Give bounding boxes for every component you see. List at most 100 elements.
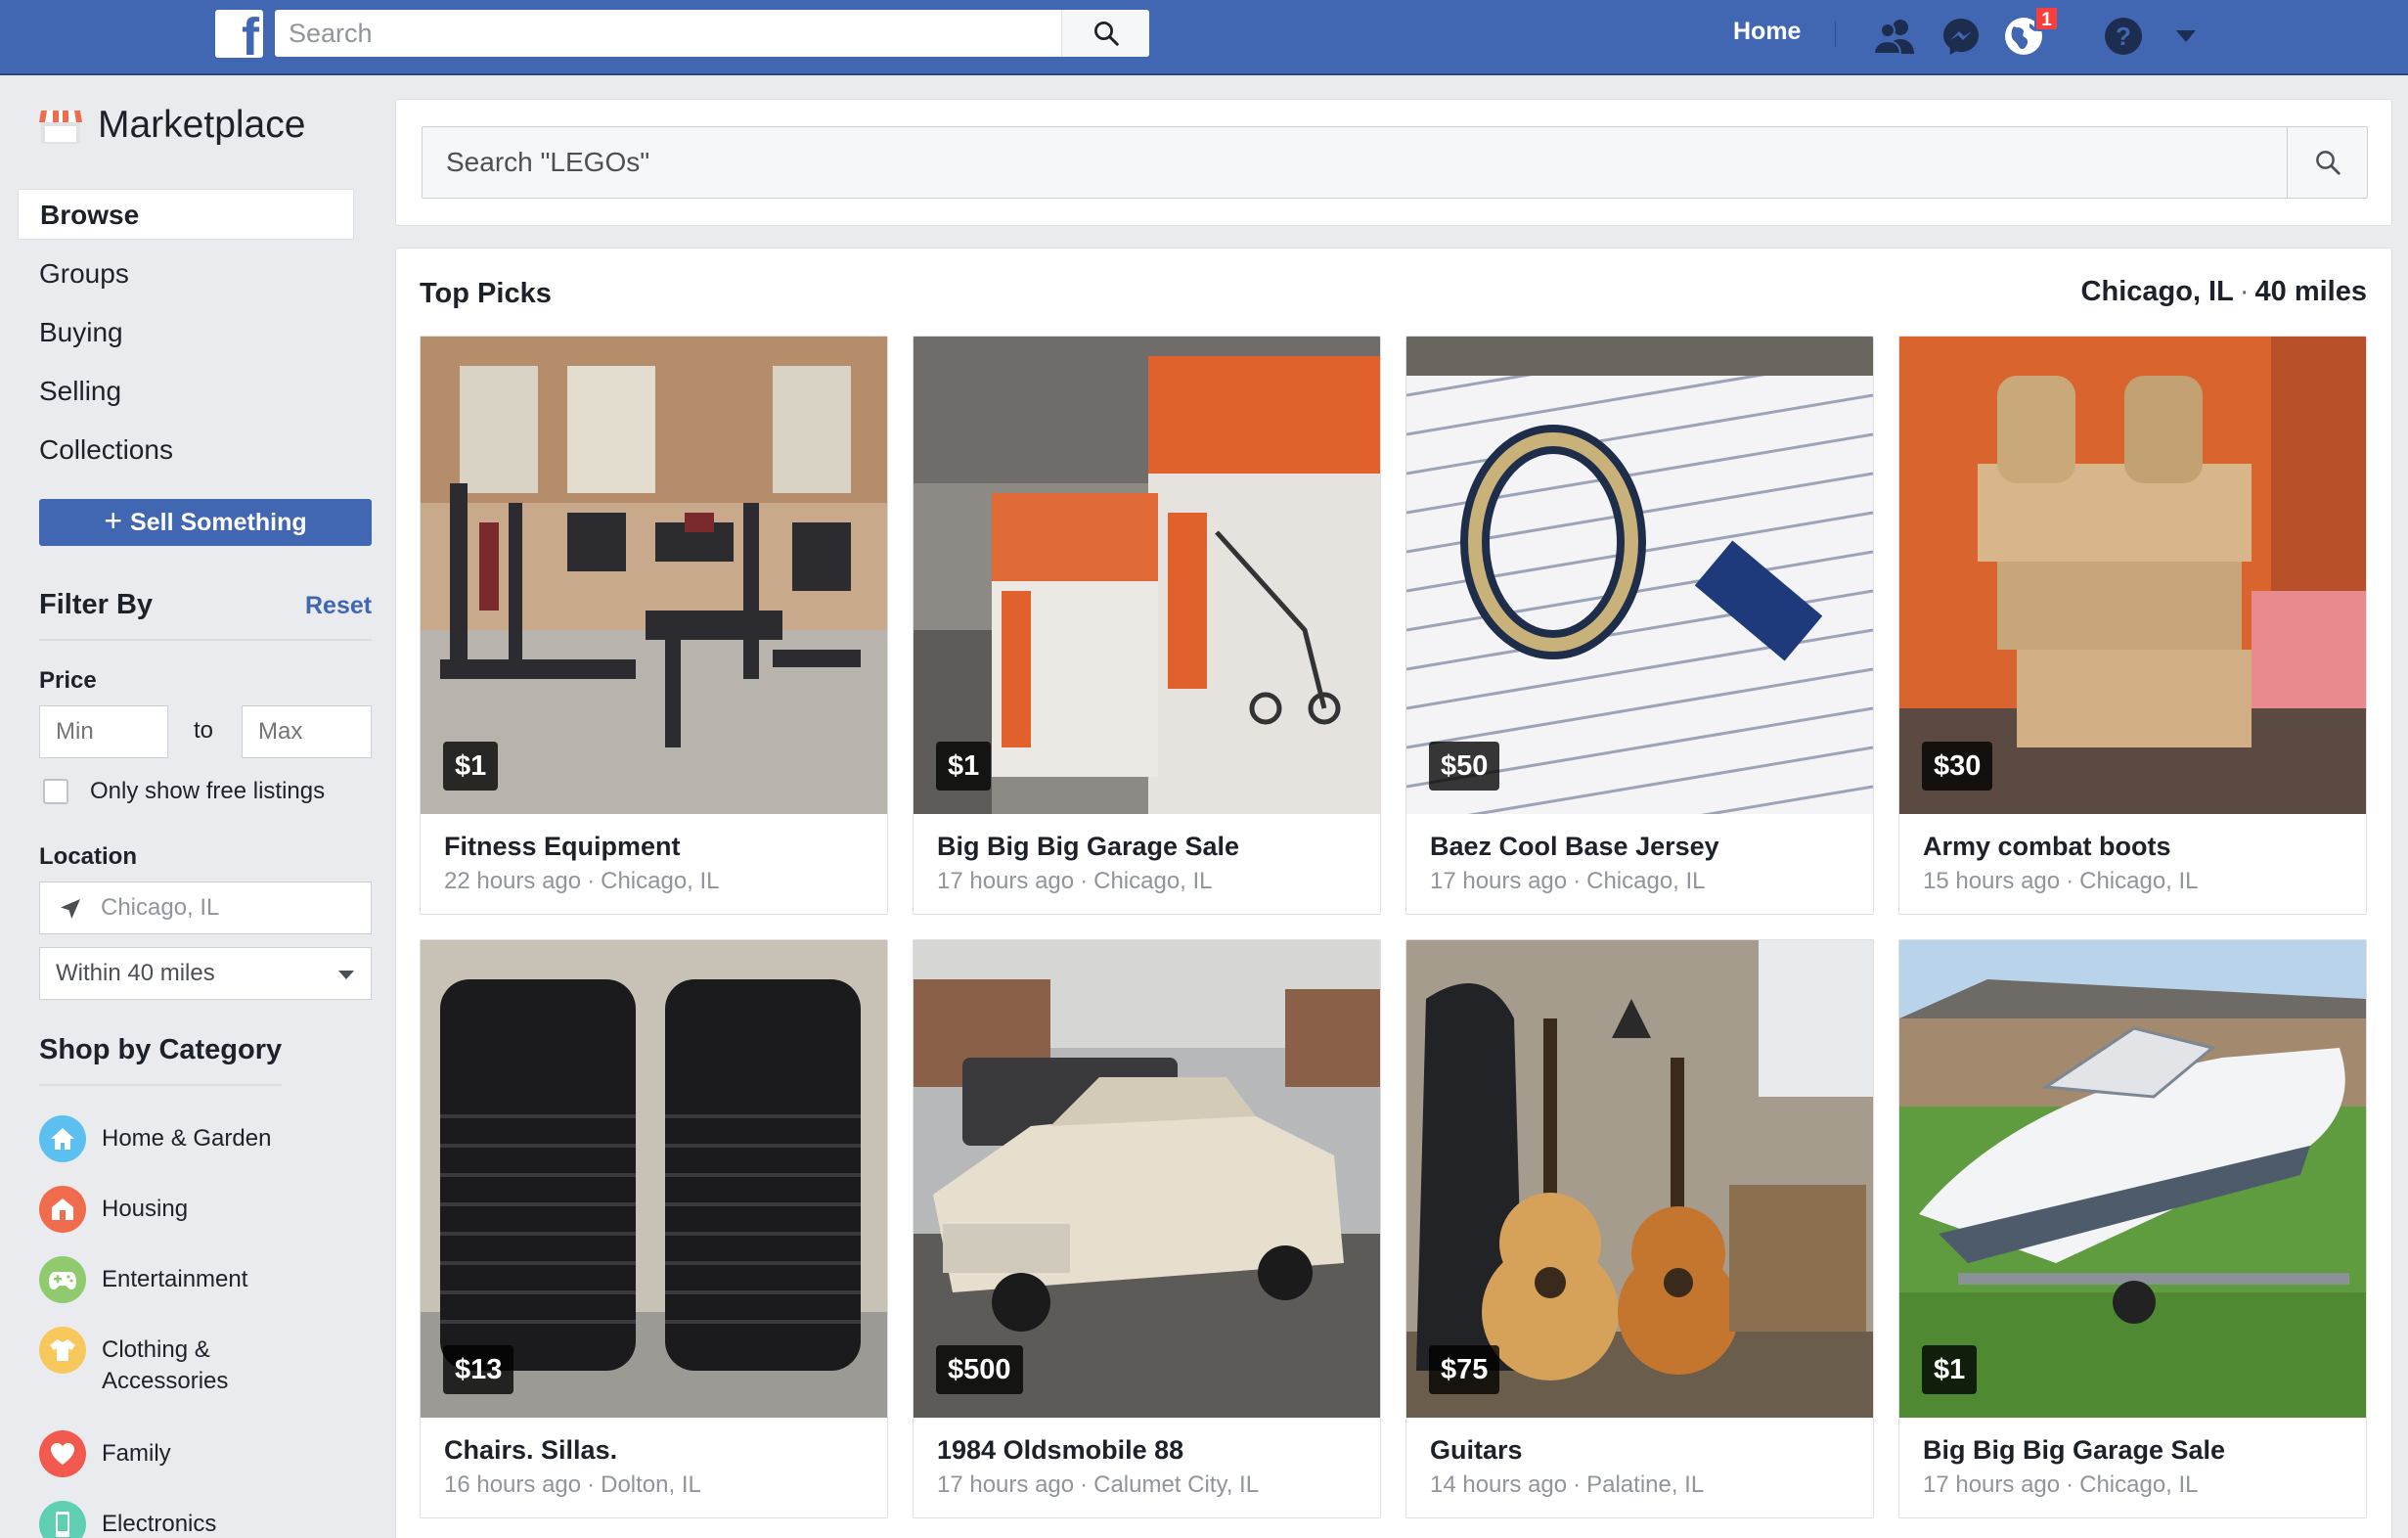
reset-filters-link[interactable]: Reset bbox=[305, 592, 372, 620]
category-label: Family bbox=[102, 1440, 171, 1467]
category-housing[interactable]: Housing bbox=[39, 1186, 188, 1233]
price-tag: $1 bbox=[1922, 1345, 1978, 1394]
search-icon bbox=[2315, 151, 2341, 175]
category-label: Electronics bbox=[102, 1511, 217, 1537]
marketplace-search bbox=[422, 126, 2368, 199]
search-icon bbox=[1093, 22, 1119, 46]
listing-time: 17 hours ago bbox=[1430, 868, 1568, 894]
divider bbox=[1835, 22, 1836, 47]
price-tag: $1 bbox=[443, 742, 499, 791]
price-label: Price bbox=[39, 667, 97, 694]
listing-place: Chicago, IL bbox=[2079, 868, 2199, 894]
heart-icon bbox=[39, 1430, 86, 1477]
messenger-icon bbox=[1943, 19, 1979, 55]
nav-browse[interactable]: Browse bbox=[18, 189, 354, 240]
listing-title: 1984 Oldsmobile 88 bbox=[937, 1435, 1184, 1465]
listing-card[interactable]: $500 1984 Oldsmobile 88 17 hours ago · Cal… bbox=[913, 939, 1381, 1518]
free-listings-label[interactable]: Only show free listings bbox=[90, 778, 325, 805]
listing-title: Baez Cool Base Jersey bbox=[1430, 832, 1719, 861]
price-tag: $13 bbox=[443, 1345, 514, 1394]
facebook-logo-letter: f bbox=[242, 8, 259, 67]
category-label: Home & Garden bbox=[102, 1125, 272, 1152]
category-entertainment[interactable]: Entertainment bbox=[39, 1256, 247, 1303]
listing-card[interactable]: $75 Guitars 14 hours ago · Palatine, IL bbox=[1405, 939, 1874, 1518]
listing-place: Palatine, IL bbox=[1586, 1471, 1705, 1498]
global-search-input[interactable] bbox=[275, 10, 1059, 57]
marketplace-search-button[interactable] bbox=[2287, 127, 2367, 198]
listing-card[interactable]: $50 Baez Cool Base Jersey 17 hours ago · C… bbox=[1405, 336, 1874, 915]
listing-time: 14 hours ago bbox=[1430, 1471, 1568, 1498]
listing-title: Big Big Big Garage Sale bbox=[1923, 1435, 2226, 1465]
location-radius-link[interactable]: Chicago, IL · 40 miles bbox=[2081, 276, 2367, 308]
min-price-input[interactable] bbox=[39, 705, 168, 758]
max-price-input[interactable] bbox=[242, 705, 372, 758]
category-label: Clothing & Accessories bbox=[102, 1336, 229, 1394]
listing-title: Fitness Equipment bbox=[444, 832, 681, 861]
category-label: Entertainment bbox=[102, 1266, 248, 1292]
listing-place: Calumet City, IL bbox=[1093, 1471, 1260, 1498]
listing-meta: 17 hours ago · Chicago, IL bbox=[937, 868, 1213, 894]
price-tag: $75 bbox=[1429, 1345, 1500, 1394]
listing-meta: 17 hours ago · Chicago, IL bbox=[1923, 1471, 2199, 1498]
listing-card[interactable]: $1 Fitness Equipment 22 hours ago · Chicag… bbox=[420, 336, 888, 915]
help-button[interactable]: ? bbox=[2099, 12, 2148, 61]
divider bbox=[39, 1084, 282, 1086]
home-link[interactable]: Home bbox=[1733, 18, 1801, 46]
facebook-logo[interactable]: f bbox=[215, 10, 263, 64]
listing-meta: 14 hours ago · Palatine, IL bbox=[1430, 1471, 1705, 1498]
listing-card[interactable]: $13 Chairs. Sillas. 16 hours ago · Dolton,… bbox=[420, 939, 888, 1518]
messenger-button[interactable] bbox=[1937, 12, 1985, 61]
price-to-label: to bbox=[194, 717, 214, 744]
listing-card[interactable]: $30 Army combat boots 15 hours ago · Chica… bbox=[1898, 336, 2367, 915]
category-clothing-accessories[interactable]: Clothing & Accessories bbox=[39, 1327, 228, 1397]
nav-collections[interactable]: Collections bbox=[18, 425, 354, 475]
radius-select[interactable]: Within 40 miles bbox=[39, 947, 372, 1000]
location-input[interactable]: Chicago, IL bbox=[39, 882, 372, 934]
house-icon bbox=[39, 1186, 86, 1233]
listing-time: 22 hours ago bbox=[444, 868, 582, 894]
home-icon bbox=[39, 1115, 86, 1162]
account-menu-button[interactable] bbox=[2162, 12, 2210, 61]
listing-card[interactable]: $1 Big Big Big Garage Sale 17 hours ago ·… bbox=[1898, 939, 2367, 1518]
category-home-garden[interactable]: Home & Garden bbox=[39, 1115, 271, 1162]
help-icon: ? bbox=[2105, 18, 2142, 55]
price-tag: $50 bbox=[1429, 742, 1500, 791]
listing-place: Chicago, IL bbox=[2079, 1471, 2199, 1498]
free-listings-checkbox[interactable] bbox=[43, 779, 68, 804]
marketplace-search-input[interactable] bbox=[423, 127, 2281, 198]
phone-icon bbox=[39, 1501, 86, 1538]
global-search-button[interactable] bbox=[1061, 10, 1149, 57]
location-text: Chicago, IL bbox=[2080, 276, 2234, 307]
nav-groups[interactable]: Groups bbox=[18, 249, 354, 299]
listing-time: 16 hours ago bbox=[444, 1471, 582, 1498]
listing-place: Dolton, IL bbox=[601, 1471, 701, 1498]
friend-requests-icon bbox=[1872, 20, 1914, 55]
notification-badge: 1 bbox=[2034, 6, 2059, 31]
divider bbox=[39, 639, 372, 641]
marketplace-icon bbox=[39, 111, 82, 144]
friend-requests-button[interactable] bbox=[1870, 12, 1919, 61]
nav-buying[interactable]: Buying bbox=[18, 307, 354, 358]
price-tag: $30 bbox=[1922, 742, 1993, 791]
location-label: Location bbox=[39, 843, 137, 870]
listing-meta: 17 hours ago · Calumet City, IL bbox=[937, 1471, 1260, 1498]
marketplace-title: Marketplace bbox=[98, 104, 306, 146]
top-bar: f Home 1 ? bbox=[0, 0, 2408, 75]
radius-value: Within 40 miles bbox=[56, 960, 215, 986]
listing-meta: 16 hours ago · Dolton, IL bbox=[444, 1471, 701, 1498]
distance-text: 40 miles bbox=[2254, 276, 2367, 307]
sell-something-button[interactable]: + Sell Something bbox=[39, 499, 372, 546]
listing-meta: 22 hours ago · Chicago, IL bbox=[444, 868, 720, 894]
nav-selling[interactable]: Selling bbox=[18, 366, 354, 417]
category-electronics[interactable]: Electronics bbox=[39, 1501, 216, 1538]
location-value: Chicago, IL bbox=[101, 894, 220, 921]
marketplace-search-panel bbox=[395, 99, 2392, 226]
listing-title: Guitars bbox=[1430, 1435, 1523, 1465]
category-family[interactable]: Family bbox=[39, 1430, 171, 1477]
listing-title: Army combat boots bbox=[1923, 832, 2171, 861]
gamepad-icon bbox=[39, 1256, 86, 1303]
listing-time: 17 hours ago bbox=[937, 1471, 1075, 1498]
listing-card[interactable]: $1 Big Big Big Garage Sale 17 hours ago ·… bbox=[913, 336, 1381, 915]
plus-icon: + bbox=[104, 503, 123, 538]
listing-meta: 15 hours ago · Chicago, IL bbox=[1923, 868, 2199, 894]
